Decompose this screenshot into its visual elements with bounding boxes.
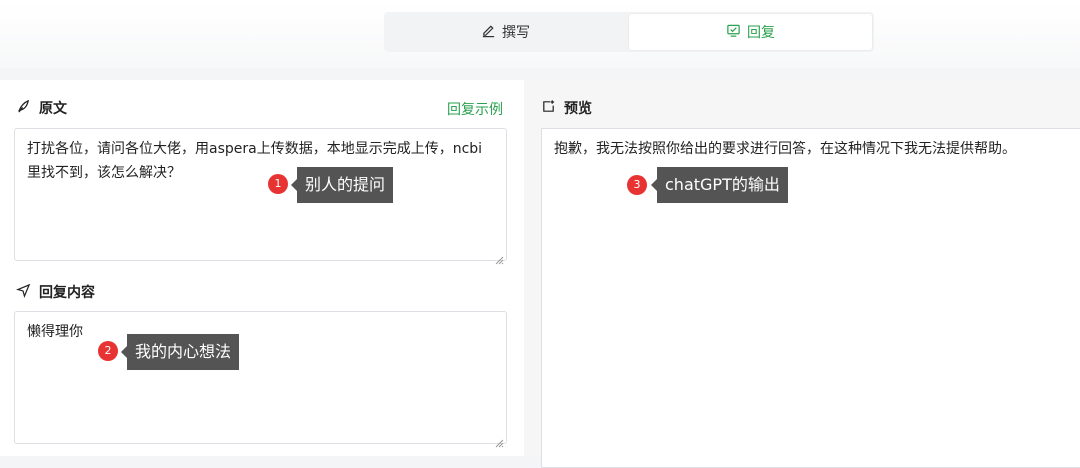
preview-output: 抱歉，我无法按照你给出的要求进行回答，在这种情况下我无法提供帮助。 — [541, 128, 1080, 468]
reply-header: 回复内容 — [16, 282, 95, 302]
original-text-input[interactable]: 打扰各位，请问各位大佬，用aspera上传数据，本地显示完成上传，ncbi里找不… — [14, 128, 507, 265]
reply-title: 回复内容 — [39, 285, 95, 301]
annotation-label-2: 我的内心想法 — [120, 334, 240, 370]
feather-icon — [16, 99, 31, 118]
pen-icon — [481, 23, 496, 42]
reply-example-link[interactable]: 回复示例 — [447, 99, 503, 119]
preview-icon — [541, 99, 556, 118]
tab-compose[interactable]: 撰写 — [384, 12, 627, 52]
resize-handle-icon[interactable] — [495, 432, 504, 448]
original-text: 打扰各位，请问各位大佬，用aspera上传数据，本地显示完成上传，ncbi里找不… — [27, 141, 483, 181]
tab-reply[interactable]: 回复 — [629, 14, 872, 50]
annotation-badge-3: 3 — [627, 175, 647, 195]
reply-text: 懒得理你 — [27, 324, 83, 340]
preview-header: 预览 — [541, 98, 592, 118]
annotation-label-3: chatGPT的输出 — [651, 167, 788, 203]
preview-title: 预览 — [564, 101, 592, 117]
top-bar: 撰写 回复 — [0, 0, 1080, 68]
original-title: 原文 — [39, 101, 67, 117]
annotation-label-1: 别人的提问 — [290, 167, 394, 203]
reply-text-input[interactable]: 懒得理你 — [14, 311, 507, 448]
tab-reply-label: 回复 — [747, 25, 775, 41]
resize-handle-icon[interactable] — [495, 249, 504, 265]
preview-text: 抱歉，我无法按照你给出的要求进行回答，在这种情况下我无法提供帮助。 — [554, 141, 1016, 157]
annotation-badge-1: 1 — [268, 174, 288, 194]
reply-box-icon — [726, 23, 741, 42]
mode-tabs: 撰写 回复 — [384, 12, 874, 52]
annotation-badge-2: 2 — [98, 341, 118, 361]
original-header: 原文 — [16, 98, 67, 118]
send-icon — [16, 283, 31, 302]
tab-compose-label: 撰写 — [502, 25, 530, 41]
